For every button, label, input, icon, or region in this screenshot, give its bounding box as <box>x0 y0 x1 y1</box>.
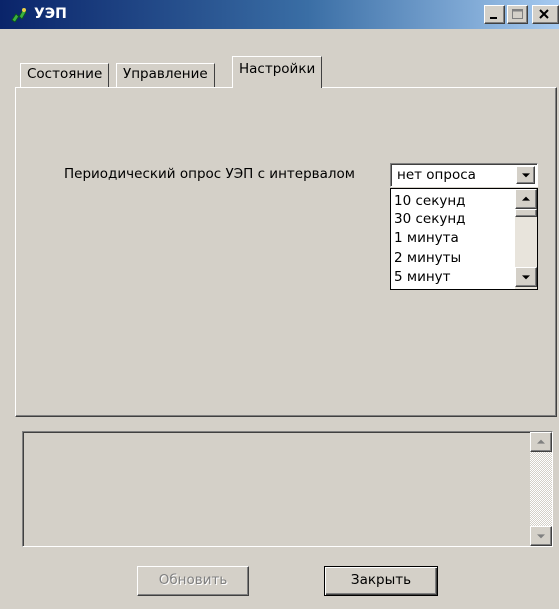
tab-label: Настройки <box>239 61 316 77</box>
scroll-up-arrow-icon <box>537 439 545 444</box>
scroll-down-arrow-icon <box>537 534 545 539</box>
log-scroll-up-button[interactable] <box>530 432 552 452</box>
maximize-button[interactable] <box>507 5 528 24</box>
tab-state[interactable]: Состояние <box>20 63 110 87</box>
scroll-down-button[interactable] <box>515 267 537 287</box>
scroll-up-button[interactable] <box>515 189 537 209</box>
close-icon <box>539 9 549 19</box>
title-bar[interactable]: УЭП <box>0 0 559 29</box>
poll-interval-value: нет опроса <box>397 167 476 183</box>
dropdown-option[interactable]: 10 секунд <box>394 192 466 211</box>
log-scroll-down-button[interactable] <box>530 526 552 546</box>
window-title: УЭП <box>34 6 67 22</box>
dropdown-button[interactable] <box>516 166 535 184</box>
refresh-button[interactable]: Обновить <box>137 566 249 596</box>
poll-interval-select[interactable]: нет опроса <box>390 163 538 187</box>
tab-settings[interactable]: Настройки <box>232 56 323 88</box>
dropdown-option[interactable]: 5 минут <box>394 268 451 287</box>
scroll-down-arrow-icon <box>522 275 530 280</box>
message-log[interactable] <box>22 431 553 547</box>
minimize-icon <box>490 17 497 19</box>
dropdown-option[interactable]: 1 минута <box>394 229 459 248</box>
poll-interval-label: Периодический опрос УЭП с интервалом <box>64 166 355 182</box>
dropdown-scrollbar[interactable] <box>515 189 537 289</box>
tab-label: Управление <box>123 66 208 82</box>
close-button[interactable]: Закрыть <box>324 566 438 596</box>
scroll-up-arrow-icon <box>522 196 530 201</box>
chevron-down-icon <box>521 173 530 178</box>
scroll-thumb[interactable] <box>515 209 537 217</box>
tab-label: Состояние <box>27 66 103 82</box>
tab-control[interactable]: Управление <box>116 63 215 87</box>
dropdown-option[interactable]: 30 секунд <box>394 210 466 229</box>
minimize-button[interactable] <box>484 5 505 24</box>
dropdown-option[interactable]: 2 минуты <box>394 249 461 268</box>
close-window-button[interactable] <box>532 5 559 24</box>
maximize-icon <box>512 9 523 19</box>
poll-interval-dropdown-list[interactable]: 10 секунд 30 секунд 1 минута 2 минуты 5 … <box>390 188 538 290</box>
log-scrollbar[interactable] <box>530 432 552 546</box>
uep-app-icon <box>11 8 27 23</box>
